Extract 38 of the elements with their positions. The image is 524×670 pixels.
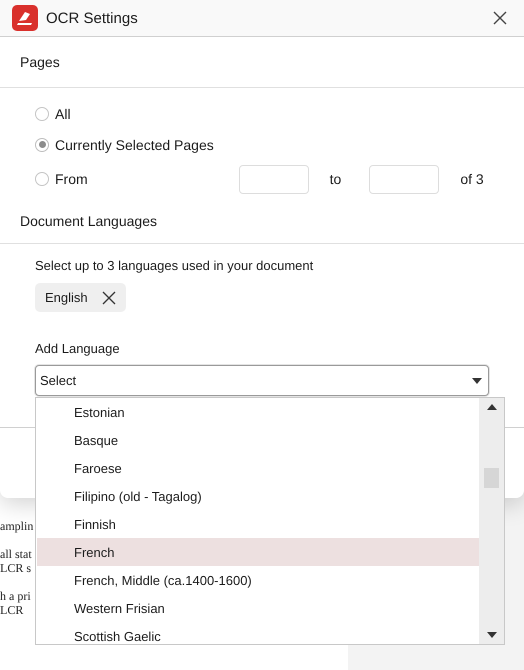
remove-icon[interactable] [102, 290, 116, 304]
document-text: amplin [0, 519, 34, 533]
radio-label: Currently Selected Pages [55, 136, 214, 152]
radio-button[interactable] [35, 172, 49, 186]
language-option[interactable]: Filipino (old - Tagalog) [37, 482, 479, 510]
page-to-field[interactable] [369, 164, 440, 194]
language-option[interactable]: Faroese [37, 454, 479, 482]
close-icon [492, 10, 508, 26]
language-option[interactable]: Estonian [37, 398, 479, 426]
to-label: to [330, 171, 342, 187]
app-logo-icon [12, 5, 38, 31]
language-option[interactable]: Basque [37, 426, 479, 454]
radio-label: From [55, 171, 88, 187]
language-select[interactable]: Select [35, 365, 489, 396]
radio-button[interactable] [35, 106, 49, 120]
radio-label: All [55, 106, 71, 122]
document-text: h a pri [0, 589, 31, 603]
scrollbar[interactable] [479, 398, 504, 644]
hint-text: Select up to 3 languages used in your document [35, 258, 314, 273]
document-text: LCR s [0, 561, 32, 575]
field-label: Add Language [35, 341, 120, 356]
section-heading: Pages [20, 54, 60, 70]
language-option[interactable]: Finnish [37, 510, 479, 538]
section-heading: Document Languages [20, 212, 157, 228]
language-option[interactable]: Western Frisian [37, 594, 479, 622]
document-text: all stat [0, 547, 32, 561]
page-count-label: of 3 [460, 171, 484, 187]
language-option[interactable]: French, Middle (ca.1400-1600) [37, 566, 479, 594]
scroll-down-icon[interactable] [486, 632, 496, 638]
scroll-up-icon[interactable] [486, 404, 496, 410]
dialog-title: OCR Settings [46, 10, 139, 26]
caret-icon [472, 378, 482, 384]
language-option[interactable]: Scottish Gaelic [37, 622, 479, 644]
language-option[interactable]: French [37, 538, 479, 566]
language-chip-label: English [45, 290, 88, 305]
document-text: LCR [0, 603, 24, 617]
radio-button[interactable] [35, 138, 49, 152]
page-from-field[interactable] [238, 164, 309, 194]
